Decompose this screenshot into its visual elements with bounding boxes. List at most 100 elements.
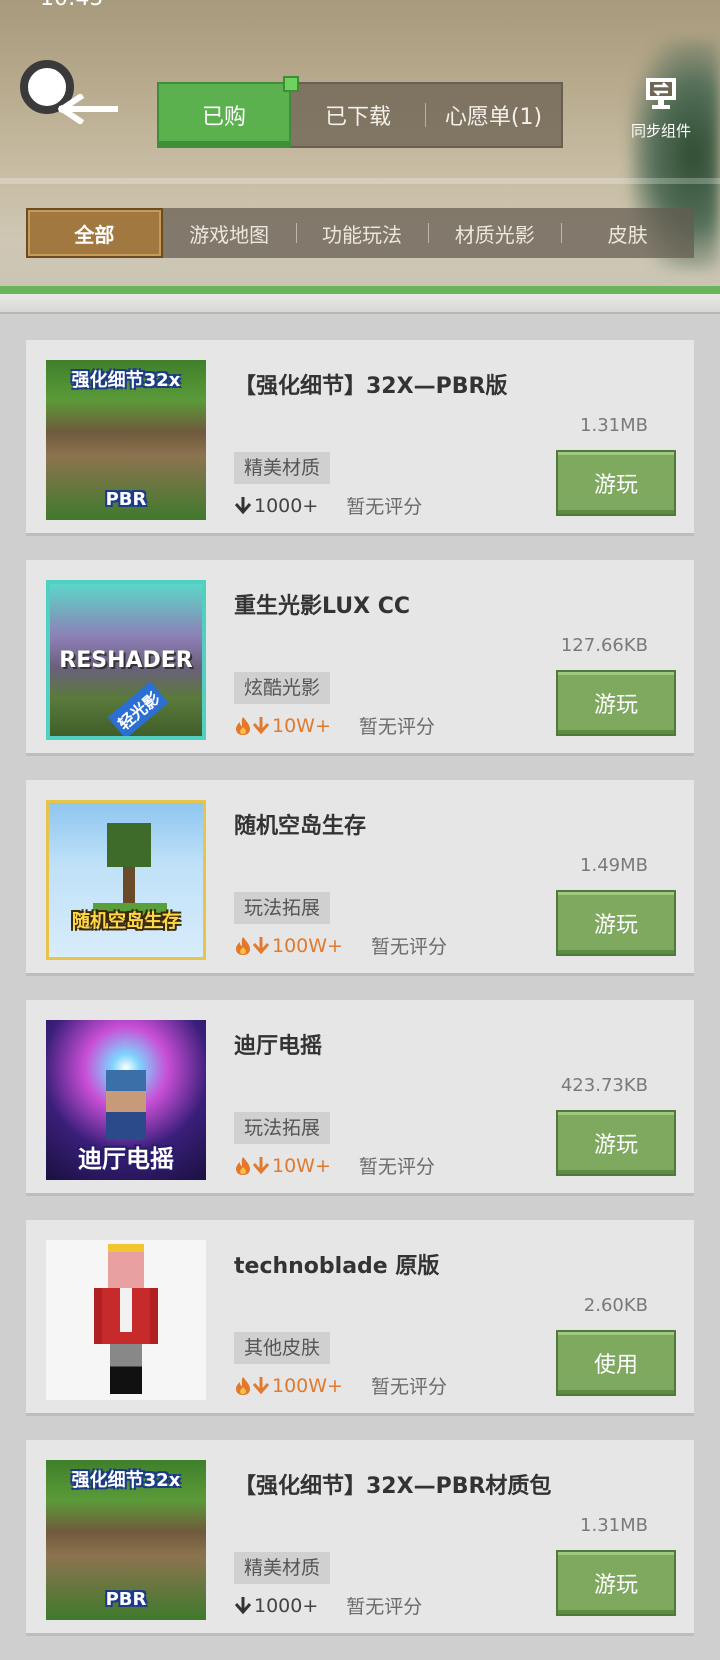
divider-green [0,286,720,294]
play-button[interactable]: 游玩 [556,670,676,736]
category-tab-maps[interactable]: 游戏地图 [163,208,296,258]
item-stats: 100W+ 暂无评分 [234,932,447,959]
thumb-caption-bottom: 迪厅电摇 [78,1145,174,1173]
skin-crown-image [108,1244,144,1252]
island-trunk-image [123,867,135,907]
item-stats: 10W+ 暂无评分 [234,1152,435,1179]
dancer-figure-image [106,1070,146,1140]
item-stats: 1000+ 暂无评分 [234,1592,422,1619]
download-icon [252,1156,270,1174]
category-tab-all[interactable]: 全部 [26,208,163,258]
download-icon [234,496,252,514]
fire-icon [236,1376,250,1395]
item-tag: 玩法拓展 [234,892,331,924]
item-size: 423.73KB [560,1075,648,1096]
item-tag: 精美材质 [234,452,331,484]
list-item[interactable]: 随机空岛生存 随机空岛生存 1.49MB 玩法拓展 100W+ 暂无评分 游玩 [26,780,694,976]
rating-text: 暂无评分 [358,716,435,738]
sync-components-button[interactable]: 同步组件 [625,76,697,146]
status-bar: 10:45 [0,0,720,11]
item-thumbnail: 迪厅电摇 [46,1020,206,1180]
item-tag: 炫酷光影 [234,672,331,704]
item-size: 2.60KB [583,1295,648,1316]
tab-wishlist-label: 心愿单(1) [444,105,543,130]
tab-downloaded[interactable]: 已下载 [291,84,425,146]
item-size: 1.31MB [580,415,648,436]
item-size: 1.31MB [580,1515,648,1536]
divider-light [0,294,720,314]
item-title: technoblade 原版 [234,1254,440,1279]
item-title: 重生光影LUX CC [234,594,411,619]
fire-icon [236,936,250,955]
thumb-caption-bottom: 轻光影 [107,681,169,736]
skin-head-image [108,1252,144,1288]
download-icon [234,1596,252,1614]
rating-text: 暂无评分 [370,1376,447,1398]
sync-label: 同步组件 [630,122,691,140]
list-item[interactable]: technoblade 原版 2.60KB 其他皮肤 100W+ 暂无评分 使用 [26,1220,694,1416]
thumb-caption-top: 强化细节32x [71,1470,181,1491]
sync-icon [646,78,676,109]
island-tree-image [107,823,151,867]
download-count: 100W+ [272,934,343,957]
tab-wishlist[interactable]: 心愿单(1) [425,103,561,130]
category-tab-textures[interactable]: 材质光影 [428,208,561,258]
back-arrow-icon [58,94,118,124]
list-item[interactable]: RESHADER 轻光影 重生光影LUX CC 127.66KB 炫酷光影 10… [26,560,694,756]
category-tab-skins[interactable]: 皮肤 [561,208,694,258]
list-item[interactable]: 强化细节32x PBR 【强化细节】32X—PBR版 1.31MB 精美材质 1… [26,340,694,536]
download-icon [252,936,270,954]
category-tab-gameplay[interactable]: 功能玩法 [295,208,429,258]
item-thumbnail: 随机空岛生存 [46,800,206,960]
item-stats: 100W+ 暂无评分 [234,1372,447,1399]
download-count: 1000+ [254,494,319,517]
purchased-list: 强化细节32x PBR 【强化细节】32X—PBR版 1.31MB 精美材质 1… [26,340,694,1660]
item-thumbnail: RESHADER 轻光影 [46,580,206,740]
item-size: 127.66KB [560,635,648,656]
background-floor [0,178,720,184]
category-tabs: 全部 游戏地图 功能玩法 材质光影 皮肤 [26,208,694,258]
item-thumbnail: 强化细节32x PBR [46,360,206,520]
item-stats: 1000+ 暂无评分 [234,492,422,519]
thumb-caption-top: 强化细节32x [71,370,181,391]
item-title: 【强化细节】32X—PBR版 [234,374,508,399]
item-thumbnail: 强化细节32x PBR [46,1460,206,1620]
play-button[interactable]: 游玩 [556,890,676,956]
thumb-caption-top: RESHADER [59,648,193,673]
item-tag: 玩法拓展 [234,1112,331,1144]
item-size: 1.49MB [580,855,648,876]
item-tag: 精美材质 [234,1552,331,1584]
list-item[interactable]: 强化细节32x PBR 【强化细节】32X—PBR材质包 1.31MB 精美材质… [26,1440,694,1636]
item-stats: 10W+ 暂无评分 [234,712,435,739]
fire-icon [236,716,250,735]
download-count: 1000+ [254,1594,319,1617]
download-icon [252,716,270,734]
rating-text: 暂无评分 [358,1156,435,1178]
rating-text: 暂无评分 [370,936,447,958]
download-icon [252,1376,270,1394]
download-count: 100W+ [272,1374,343,1397]
play-button[interactable]: 游玩 [556,450,676,516]
use-button[interactable]: 使用 [556,1330,676,1396]
tab-purchased[interactable]: 已购 [157,76,299,148]
thumb-caption-bottom: PBR [105,489,147,510]
rating-text: 暂无评分 [346,496,423,518]
thumb-caption-bottom: 随机空岛生存 [72,911,180,932]
item-title: 迪厅电摇 [234,1034,323,1059]
play-button[interactable]: 游玩 [556,1110,676,1176]
skin-shirt-image [120,1288,132,1332]
item-title: 【强化细节】32X—PBR材质包 [234,1474,552,1499]
tab-purchased-label: 已购 [201,105,246,130]
back-button[interactable] [20,60,118,130]
fire-icon [236,1156,250,1175]
purchase-tabs: 已购 已下载 心愿单(1) [157,76,563,148]
skin-legs-image [110,1344,142,1394]
download-count: 10W+ [272,1154,331,1177]
play-button[interactable]: 游玩 [556,1550,676,1616]
rating-text: 暂无评分 [346,1596,423,1618]
item-title: 随机空岛生存 [234,814,367,839]
list-item[interactable]: 迪厅电摇 迪厅电摇 423.73KB 玩法拓展 10W+ 暂无评分 游玩 [26,1000,694,1196]
status-time: 10:45 [40,0,103,11]
download-count: 10W+ [272,714,331,737]
item-tag: 其他皮肤 [234,1332,331,1364]
